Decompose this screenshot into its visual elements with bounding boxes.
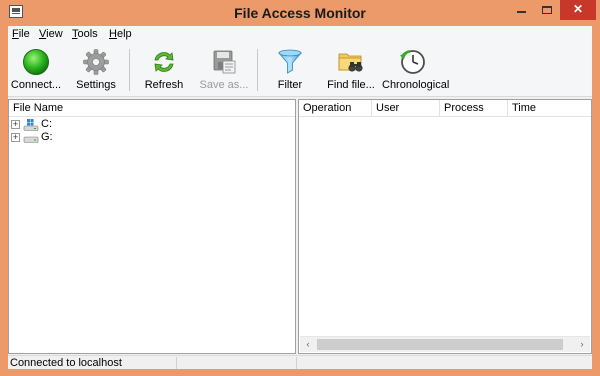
time-column-header[interactable]: Time xyxy=(508,100,591,117)
save-as-label: Save as... xyxy=(199,79,249,91)
tree-item-drive-g[interactable]: + G: xyxy=(9,131,209,144)
folder-binoculars-icon xyxy=(338,53,363,72)
title-bar[interactable]: File Access Monitor ✕ xyxy=(0,0,600,26)
maximize-button[interactable] xyxy=(534,0,560,20)
app-window: File Access Monitor ✕ File View Tools He… xyxy=(0,0,600,376)
settings-button[interactable]: Settings xyxy=(70,45,122,95)
tree-item-drive-c[interactable]: + C: xyxy=(9,118,209,131)
maximize-icon xyxy=(542,6,552,14)
connect-button[interactable]: Connect... xyxy=(10,45,62,95)
status-divider xyxy=(176,357,177,369)
toolbar-separator xyxy=(129,49,130,91)
close-icon: ✕ xyxy=(572,2,584,16)
file-name-column-header[interactable]: File Name xyxy=(9,100,295,117)
close-button[interactable]: ✕ xyxy=(560,0,596,20)
client-area: File View Tools Help Connect... Settings… xyxy=(8,26,592,369)
user-column-header[interactable]: User xyxy=(372,100,440,117)
drive-label: G: xyxy=(41,131,53,143)
scroll-left-icon[interactable]: ‹ xyxy=(300,337,316,352)
find-file-label: Find file... xyxy=(327,79,375,91)
drive-icon xyxy=(23,136,39,143)
toolbar: Connect... Settings Refresh Save as... F… xyxy=(8,43,592,97)
menu-file[interactable]: File xyxy=(12,28,30,40)
file-tree-pane[interactable]: File Name + C: + G: xyxy=(8,99,296,354)
funnel-icon xyxy=(278,49,302,74)
settings-label: Settings xyxy=(76,79,116,91)
menu-view[interactable]: View xyxy=(39,28,63,40)
gear-icon xyxy=(83,49,109,75)
status-divider xyxy=(296,357,297,369)
toolbar-separator xyxy=(257,49,258,91)
operation-column-header[interactable]: Operation xyxy=(299,100,372,117)
refresh-button[interactable]: Refresh xyxy=(138,45,190,95)
system-drive-icon xyxy=(23,119,39,131)
expand-icon[interactable]: + xyxy=(11,133,20,142)
chronological-label: Chronological xyxy=(382,79,450,91)
expand-icon[interactable]: + xyxy=(11,120,20,129)
menu-tools[interactable]: Tools xyxy=(72,28,98,40)
process-column-header[interactable]: Process xyxy=(440,100,508,117)
save-as-button[interactable]: Save as... xyxy=(198,45,250,95)
scrollbar-thumb[interactable] xyxy=(317,339,563,350)
clock-icon xyxy=(400,50,425,74)
horizontal-scrollbar[interactable]: ‹ › xyxy=(300,336,590,352)
filter-button[interactable]: Filter xyxy=(266,45,314,95)
refresh-label: Refresh xyxy=(144,79,184,91)
scroll-right-icon[interactable]: › xyxy=(574,337,590,352)
find-file-button[interactable]: Find file... xyxy=(324,45,378,95)
status-bar: Connected to localhost xyxy=(8,355,592,369)
chronological-button[interactable]: Chronological xyxy=(382,45,450,95)
minimize-icon xyxy=(516,11,526,13)
minimize-button[interactable] xyxy=(508,0,534,20)
green-circle-icon xyxy=(23,49,49,75)
filter-label: Filter xyxy=(277,79,303,91)
refresh-arrows-icon xyxy=(154,52,174,72)
floppy-disk-icon xyxy=(213,50,236,74)
events-list-pane[interactable]: Operation User Process Time ‹ › xyxy=(298,99,592,354)
menu-help[interactable]: Help xyxy=(109,28,132,40)
connection-status: Connected to localhost xyxy=(10,357,122,369)
menu-bar: File View Tools Help xyxy=(8,26,592,43)
drive-label: C: xyxy=(41,118,52,130)
connect-label: Connect... xyxy=(10,79,62,91)
